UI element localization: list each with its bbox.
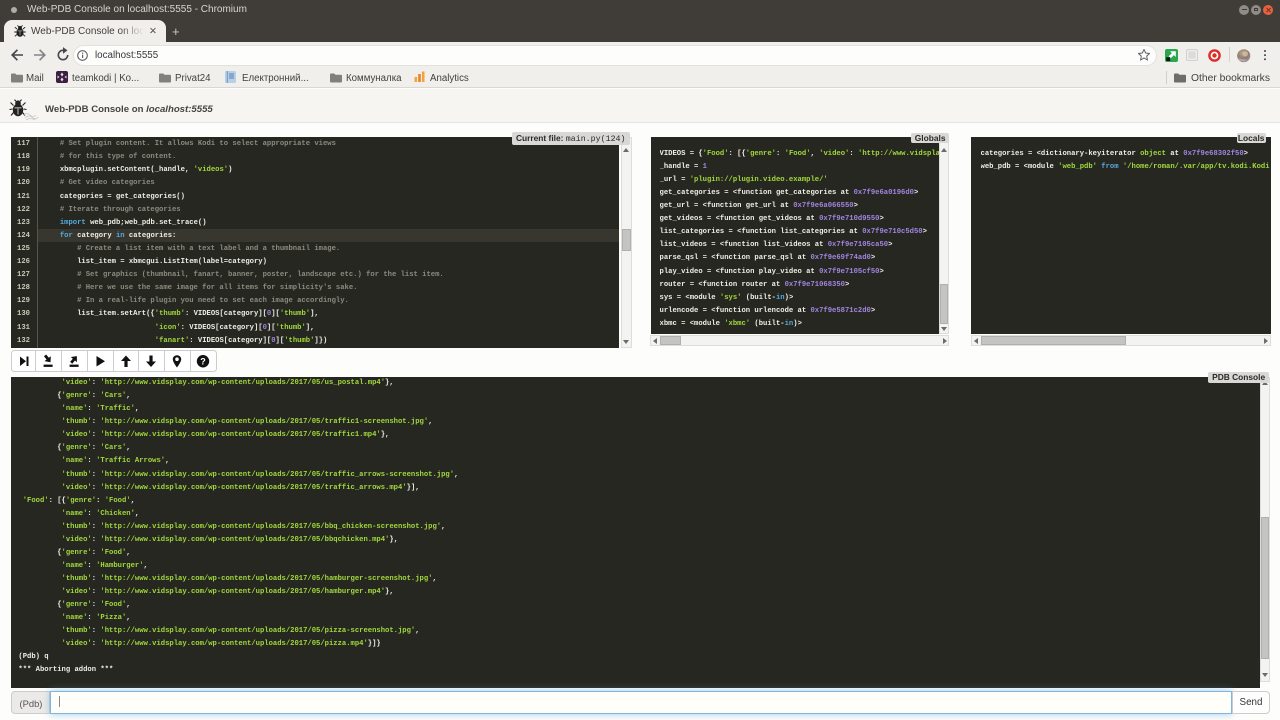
svg-text:?: ? (200, 356, 206, 366)
